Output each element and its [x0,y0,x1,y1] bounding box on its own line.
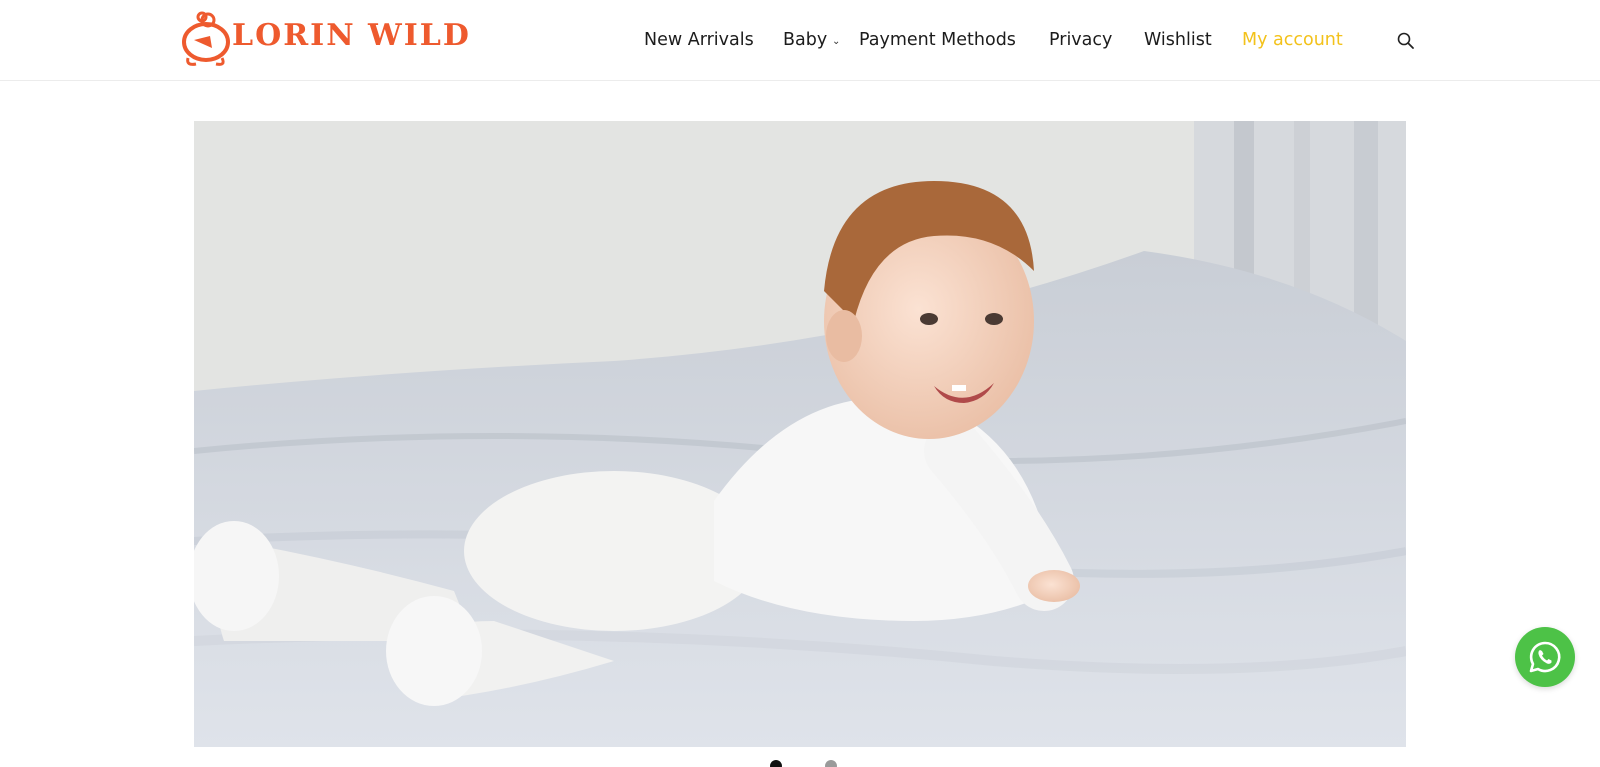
slider-dot-1[interactable] [770,760,782,767]
nav-payment-methods[interactable]: Payment Methods [859,27,1016,53]
brand-name: Lorin Wild [232,18,471,53]
whatsapp-chat-button[interactable] [1515,627,1575,687]
hero-image-baby-on-bed [194,121,1406,747]
search-icon[interactable] [1396,31,1416,51]
nav-baby[interactable]: Baby [783,27,827,53]
hero-slider[interactable] [194,121,1406,747]
brand-logo[interactable]: Lorin Wild [178,6,469,68]
whatsapp-icon [1529,641,1561,673]
site-header: Lorin Wild New Arrivals Baby ⌄ Payment M… [0,0,1600,81]
nav-privacy[interactable]: Privacy [1049,27,1112,53]
chevron-down-icon[interactable]: ⌄ [832,29,840,55]
nav-my-account[interactable]: My account [1242,27,1343,53]
nav-wishlist[interactable]: Wishlist [1144,27,1212,53]
frog-mascot-icon [182,11,230,66]
slider-dot-2[interactable] [825,760,837,767]
nav-new-arrivals[interactable]: New Arrivals [644,27,754,53]
